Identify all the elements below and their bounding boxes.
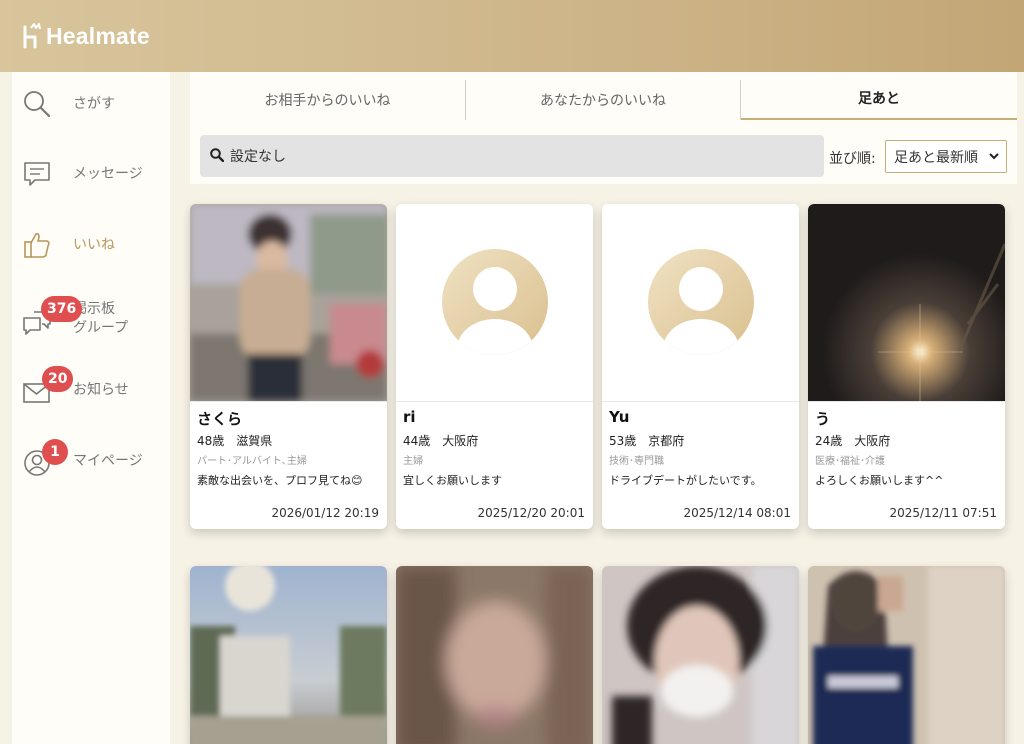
tab-likes-received[interactable]: お相手からのいいね — [190, 80, 465, 120]
profile-photo — [808, 566, 1005, 744]
app-header: Healmate — [0, 0, 1024, 72]
profile-photo — [190, 204, 387, 401]
profile-photo — [396, 566, 593, 744]
profile-photo — [190, 566, 387, 744]
sidebar-item-label: さがす — [73, 96, 115, 112]
profile-card[interactable] — [190, 566, 387, 744]
sidebar-item-label: お知らせ — [73, 382, 129, 398]
profile-message: ドライブデートがしたいです。 — [609, 474, 762, 487]
profile-info: さくら 48歳 滋賀県 パート･アルバイト､主婦 素敵な出会いを、プロフ見てね😊… — [190, 401, 387, 529]
thumbs-up-icon — [22, 230, 52, 260]
footprint-time: 2025/12/14 08:01 — [683, 506, 791, 520]
profile-message: 宜しくお願いします — [403, 474, 502, 487]
default-avatar-icon — [396, 204, 593, 401]
profile-job: 医療･福祉･介護 — [815, 456, 885, 467]
profile-info: ri 44歳 大阪府 主婦 宜しくお願いします 2025/12/20 20:01 — [396, 401, 593, 529]
sidebar-item-label: いいね — [73, 237, 115, 253]
message-icon — [22, 159, 52, 189]
profile-photo — [808, 204, 1005, 401]
search-condition-value: 設定なし — [230, 149, 286, 165]
footprint-time: 2026/01/12 20:19 — [271, 506, 379, 520]
profile-name: Yu — [609, 408, 630, 426]
profile-name: さくら — [197, 410, 243, 428]
sidebar-item-news[interactable]: お知らせ 20 — [12, 360, 170, 420]
profile-age-area: 48歳 滋賀県 — [197, 434, 273, 448]
search-condition-field[interactable]: 設定なし — [200, 135, 824, 177]
sidebar: さがす メッセージ いいね 掲示板 グループ 376 お知らせ 20 マイページ… — [12, 72, 170, 744]
profile-job: パート･アルバイト､主婦 — [197, 456, 307, 467]
notification-badge: 1 — [42, 439, 68, 465]
profile-age-area: 24歳 大阪府 — [815, 434, 891, 448]
sidebar-item-mypage[interactable]: マイページ 1 — [12, 431, 170, 491]
profile-job: 技術･専門職 — [609, 456, 664, 467]
profile-card[interactable]: さくら 48歳 滋賀県 パート･アルバイト､主婦 素敵な出会いを、プロフ見てね😊… — [190, 204, 387, 529]
profile-info: う 24歳 大阪府 医療･福祉･介護 よろしくお願いします^^ 2025/12/… — [808, 401, 1005, 529]
profile-age-area: 53歳 京都府 — [609, 434, 685, 448]
profile-photo — [602, 566, 799, 744]
healmate-logo-icon — [22, 22, 44, 50]
profile-card[interactable] — [808, 566, 1005, 744]
app-logo[interactable]: Healmate — [22, 22, 150, 50]
profile-name: う — [815, 410, 831, 428]
profile-info: Yu 53歳 京都府 技術･専門職 ドライブデートがしたいです。 2025/12… — [602, 401, 799, 529]
profile-name: ri — [403, 408, 416, 426]
profile-card[interactable]: う 24歳 大阪府 医療･福祉･介護 よろしくお願いします^^ 2025/12/… — [808, 204, 1005, 529]
default-avatar-icon — [602, 204, 799, 401]
notification-badge: 376 — [41, 296, 83, 322]
search-icon — [22, 89, 52, 119]
sidebar-item-message[interactable]: メッセージ — [12, 144, 170, 204]
sidebar-item-label: メッセージ — [73, 166, 143, 182]
profile-message: 素敵な出会いを、プロフ見てね😊 — [197, 474, 363, 487]
chevron-down-icon — [988, 150, 1000, 166]
profile-card[interactable] — [602, 566, 799, 744]
profile-card[interactable]: Yu 53歳 京都府 技術･専門職 ドライブデートがしたいです。 2025/12… — [602, 204, 799, 529]
app-name: Healmate — [46, 22, 150, 49]
profile-job: 主婦 — [403, 456, 423, 467]
sidebar-item-label: マイページ — [73, 453, 143, 469]
notification-badge: 20 — [42, 366, 74, 392]
profile-age-area: 44歳 大阪府 — [403, 434, 479, 448]
sort-select[interactable]: 足あと最新順 — [885, 140, 1007, 173]
search-icon — [210, 147, 225, 166]
sidebar-item-like[interactable]: いいね — [12, 215, 170, 275]
tab-likes-sent[interactable]: あなたからのいいね — [466, 80, 740, 120]
tab-footprints[interactable]: 足あと — [741, 72, 1017, 120]
like-tabs-panel: お相手からのいいね あなたからのいいね 足あと 設定なし 並び順: 足あと最新順 — [190, 72, 1017, 184]
profile-card[interactable]: ri 44歳 大阪府 主婦 宜しくお願いします 2025/12/20 20:01 — [396, 204, 593, 529]
footprint-time: 2025/12/11 07:51 — [889, 506, 997, 520]
sort-label: 並び順: — [829, 151, 876, 167]
sort-selected-value: 足あと最新順 — [894, 149, 978, 166]
sidebar-item-board[interactable]: 掲示板 グループ 376 — [12, 288, 170, 354]
sidebar-item-label-line2: グループ — [73, 320, 129, 336]
footprint-time: 2025/12/20 20:01 — [477, 506, 585, 520]
sidebar-item-search[interactable]: さがす — [12, 74, 170, 134]
profile-card[interactable] — [396, 566, 593, 744]
profile-message: よろしくお願いします^^ — [815, 474, 944, 487]
